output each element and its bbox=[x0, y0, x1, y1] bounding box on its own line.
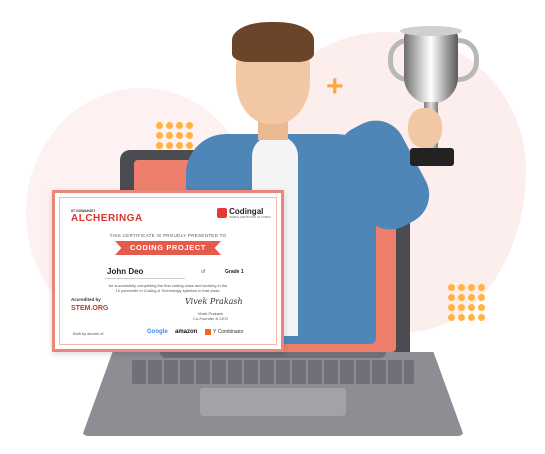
description-line-2: 10 percentile in Coding & Technology syl… bbox=[115, 288, 221, 293]
built-by-label: Built by alumni of bbox=[73, 331, 104, 336]
signatory-title: Co-Founder & CEO bbox=[193, 316, 228, 321]
grade-label: Grade 1 bbox=[225, 269, 244, 275]
codingal-name: Codingal bbox=[229, 207, 264, 216]
laptop-keyboard bbox=[132, 360, 414, 384]
dot-grid-decoration-right bbox=[448, 284, 485, 321]
certificate-title-ribbon: CODING PROJECT bbox=[115, 241, 221, 255]
presented-to-label: THIS CERTIFICATE IS PROUDLY PRESENTED TO bbox=[109, 233, 227, 238]
signature: Vivek Prakash bbox=[185, 297, 243, 306]
codingal-logo: Codingal SAMPLE CERTIFICATE OF CODING bbox=[217, 207, 271, 219]
alcheringa-name: ALCHERINGA bbox=[71, 213, 143, 224]
accredited-by-label: Accredited by bbox=[71, 297, 101, 302]
google-logo: Google bbox=[147, 329, 168, 335]
kid-hair bbox=[232, 22, 314, 62]
certificate-description: for successfully completing the first co… bbox=[55, 283, 281, 293]
trophy-rim bbox=[400, 26, 462, 36]
dot-grid-decoration bbox=[156, 122, 193, 149]
laptop-hinge bbox=[160, 352, 386, 358]
trophy-icon bbox=[404, 30, 458, 104]
of-label: of bbox=[201, 269, 206, 275]
amazon-logo: amazon bbox=[175, 329, 198, 335]
stem-badge: STEM.ORG bbox=[71, 305, 109, 312]
signatory-block: Vivek Prakash Co-Founder & CEO bbox=[193, 311, 228, 321]
codingal-tagline: SAMPLE CERTIFICATE OF CODING bbox=[229, 216, 271, 219]
recipient-underline bbox=[105, 278, 185, 279]
alcheringa-logo: IIT GUWAHATI ALCHERINGA bbox=[71, 209, 143, 224]
certificate-card: IIT GUWAHATI ALCHERINGA Codingal SAMPLE … bbox=[52, 190, 284, 352]
ycombinator-icon bbox=[205, 329, 211, 335]
recipient-name: John Deo bbox=[107, 267, 144, 276]
ycombinator-name: Y Combinator bbox=[213, 329, 244, 335]
plus-decoration-icon: + bbox=[326, 70, 344, 103]
codingal-logo-icon bbox=[217, 208, 228, 218]
kid-hand bbox=[408, 108, 442, 148]
ycombinator-logo: Y Combinator bbox=[205, 329, 243, 335]
trophy-base bbox=[410, 148, 454, 166]
laptop-trackpad bbox=[200, 388, 346, 416]
